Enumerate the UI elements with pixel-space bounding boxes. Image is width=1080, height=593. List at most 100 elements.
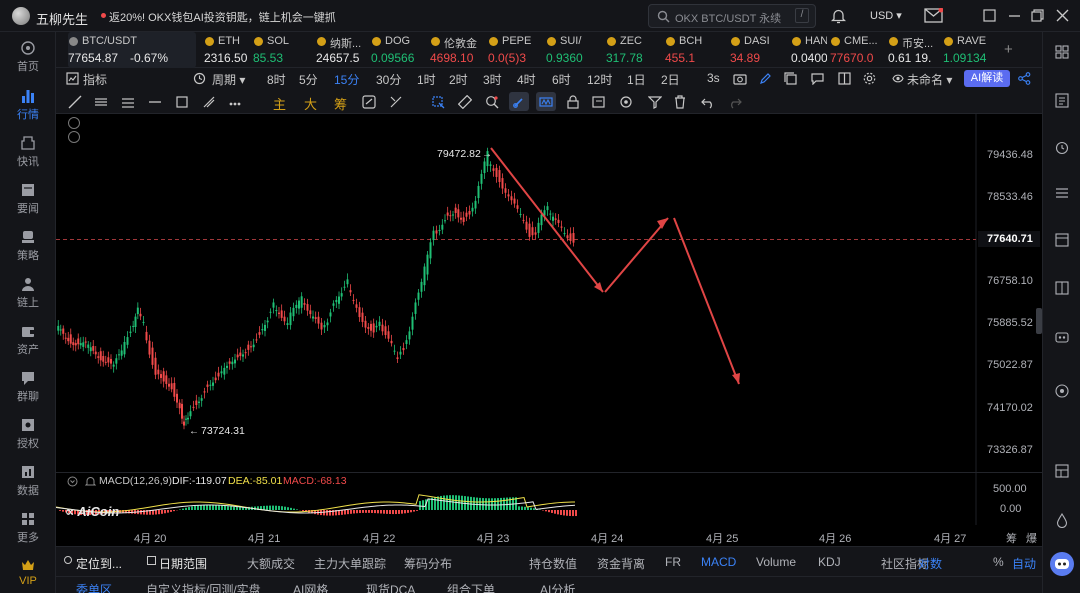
order-book-icon[interactable] bbox=[1055, 93, 1069, 108]
interval-2[interactable]: 15分 bbox=[334, 71, 359, 88]
bottom-tab-8[interactable]: MACD bbox=[701, 555, 736, 569]
chips-tool[interactable]: 筹 bbox=[334, 94, 347, 113]
drop-icon[interactable] bbox=[1056, 513, 1068, 528]
nav-item-home[interactable]: 首页 bbox=[0, 40, 56, 74]
eye-icon[interactable] bbox=[619, 95, 633, 109]
nav-item-vip[interactable]: VIP bbox=[0, 557, 56, 587]
macd-toggle-icon[interactable] bbox=[67, 476, 78, 487]
waveline-tool-bg[interactable] bbox=[536, 92, 556, 111]
interval-3s[interactable]: 3s bbox=[707, 71, 720, 85]
ticker-10[interactable]: DASI 34.89 bbox=[730, 32, 785, 68]
trash-icon[interactable] bbox=[673, 95, 687, 109]
nav-item-more[interactable]: 更多 bbox=[0, 511, 56, 545]
depth-icon[interactable] bbox=[1055, 281, 1069, 295]
template-select[interactable]: 未命名 ▾ bbox=[907, 71, 952, 88]
sync-icon[interactable] bbox=[362, 95, 376, 109]
ticker-5[interactable]: 伦敦金 4698.10 bbox=[430, 32, 482, 68]
interval-10[interactable]: 1日 bbox=[627, 71, 646, 88]
nav-item-authorize[interactable]: 授权 bbox=[0, 417, 56, 451]
indicator-icon[interactable] bbox=[66, 72, 79, 85]
bottom-tab-3[interactable]: 主力大单跟踪 bbox=[314, 555, 386, 572]
promo-banner[interactable]: 返20%! OKX钱包AI投资钥匙，链上机会一键抓 bbox=[109, 9, 336, 25]
position-icon[interactable] bbox=[1055, 233, 1069, 247]
nav-item-onchain[interactable]: 链上 bbox=[0, 276, 56, 310]
panel-grid-icon[interactable] bbox=[1055, 45, 1069, 59]
trade-tab-4[interactable]: 组合下单 bbox=[447, 581, 495, 593]
period-button[interactable]: 周期 ▾ bbox=[212, 71, 245, 88]
bottom-tab-7[interactable]: FR bbox=[665, 555, 681, 569]
bottom-tab-1[interactable]: 日期范围 bbox=[159, 555, 207, 572]
settings-icon[interactable] bbox=[863, 72, 876, 85]
undo-icon[interactable] bbox=[701, 95, 715, 109]
add-ticker-icon[interactable]: + bbox=[1004, 41, 1013, 58]
interval-1[interactable]: 5分 bbox=[299, 71, 318, 88]
ruler-icon[interactable] bbox=[458, 95, 472, 109]
zoom-icon[interactable] bbox=[485, 95, 499, 109]
bell-icon[interactable] bbox=[831, 8, 846, 24]
ray-line-icon[interactable] bbox=[148, 95, 162, 109]
restore-icon[interactable] bbox=[1031, 9, 1044, 22]
fullscreen-icon[interactable] bbox=[983, 9, 996, 22]
interval-9[interactable]: 12时 bbox=[587, 71, 612, 88]
lock-icon[interactable] bbox=[566, 95, 580, 109]
interval-6[interactable]: 3时 bbox=[483, 71, 502, 88]
layout-icon[interactable] bbox=[838, 72, 851, 85]
ticker-6[interactable]: PEPE 0.0(5)3 bbox=[488, 32, 540, 68]
macd-alert-icon[interactable] bbox=[85, 476, 96, 487]
trade-tab-2[interactable]: AI网格 bbox=[293, 581, 328, 593]
bottom-tab-0[interactable]: 定位到... bbox=[76, 555, 122, 572]
share-icon[interactable] bbox=[1018, 72, 1031, 85]
trade-tab-0[interactable]: 委单区 bbox=[76, 581, 112, 593]
nav-item-data[interactable]: 数据 bbox=[0, 464, 56, 498]
close-icon[interactable] bbox=[1056, 9, 1069, 22]
nav-item-news[interactable]: 要闻 bbox=[0, 182, 56, 216]
big-order-tool[interactable]: 大 bbox=[304, 94, 317, 113]
nav-item-flash-news[interactable]: 快讯 bbox=[0, 135, 56, 169]
support-avatar[interactable] bbox=[1050, 552, 1074, 576]
search-box[interactable]: OKX BTC/USDT 永续 / bbox=[648, 4, 816, 28]
redo-icon[interactable] bbox=[728, 95, 742, 109]
indicators-button[interactable]: 指标 bbox=[83, 71, 107, 88]
ticker-14[interactable]: RAVE 1.09134 bbox=[943, 32, 997, 68]
pattern-icon[interactable] bbox=[228, 95, 242, 109]
bottom-tab-6[interactable]: 资金背离 bbox=[597, 555, 645, 572]
ai-interpret-button[interactable]: AI解读 bbox=[964, 70, 1010, 87]
price-chart[interactable]: 79472.82 → ← 73724.31 79436.48 78533.46 77… bbox=[56, 114, 1042, 472]
alert-clock-icon[interactable] bbox=[1055, 140, 1069, 155]
currency-select[interactable]: USD ▾ bbox=[870, 9, 902, 22]
copy-icon[interactable] bbox=[784, 72, 797, 85]
bottom-tab-14[interactable]: 自动 bbox=[1012, 555, 1036, 572]
interval-5[interactable]: 2时 bbox=[449, 71, 468, 88]
chart-expand-icon[interactable] bbox=[68, 131, 80, 143]
trade-tab-3[interactable]: 现货DCA bbox=[366, 581, 415, 593]
mail-icon[interactable] bbox=[924, 8, 943, 23]
horizontal-line-icon[interactable] bbox=[94, 95, 108, 109]
filter-icon[interactable] bbox=[648, 95, 662, 109]
comment-icon[interactable] bbox=[811, 72, 824, 85]
trendline-icon[interactable] bbox=[68, 95, 82, 109]
ticker-3[interactable]: 纳斯... 24657.5 bbox=[316, 32, 368, 68]
trade-tab-1[interactable]: 自定义指标/回测/实盘 bbox=[146, 581, 261, 593]
interval-0[interactable]: 8时 bbox=[267, 71, 286, 88]
nav-item-market-chart[interactable]: 行情 bbox=[0, 88, 56, 122]
pen-icon[interactable] bbox=[759, 72, 772, 85]
ticker-7[interactable]: SUI/0.9360 bbox=[546, 32, 598, 68]
trades-list-icon[interactable] bbox=[1055, 186, 1069, 200]
crossover-icon[interactable] bbox=[389, 95, 403, 109]
broadcast-icon[interactable] bbox=[1054, 383, 1070, 399]
nav-item-wallet[interactable]: 资产 bbox=[0, 323, 56, 357]
axis-extra-label[interactable]: 筹 bbox=[1006, 530, 1017, 546]
interval-4[interactable]: 1时 bbox=[417, 71, 436, 88]
brush-icon[interactable] bbox=[202, 95, 216, 109]
bottom-tab-9[interactable]: Volume bbox=[756, 555, 796, 569]
chart-collapse-icon[interactable] bbox=[68, 117, 80, 129]
bottom-tab-4[interactable]: 筹码分布 bbox=[404, 555, 452, 572]
template-icon[interactable] bbox=[892, 73, 904, 84]
ticker-4[interactable]: DOG 0.09566 bbox=[371, 32, 419, 68]
ticker-12[interactable]: CME... 77670.0 bbox=[830, 32, 884, 68]
ticker-11[interactable]: HAN 0.04009 bbox=[791, 32, 827, 68]
nav-item-chat[interactable]: 群聊 bbox=[0, 370, 56, 404]
interval-7[interactable]: 4时 bbox=[517, 71, 536, 88]
bottom-tab-10[interactable]: KDJ bbox=[818, 555, 841, 569]
ticker-0[interactable]: BTC/USDT 77654.87 -0.67% bbox=[68, 32, 196, 68]
